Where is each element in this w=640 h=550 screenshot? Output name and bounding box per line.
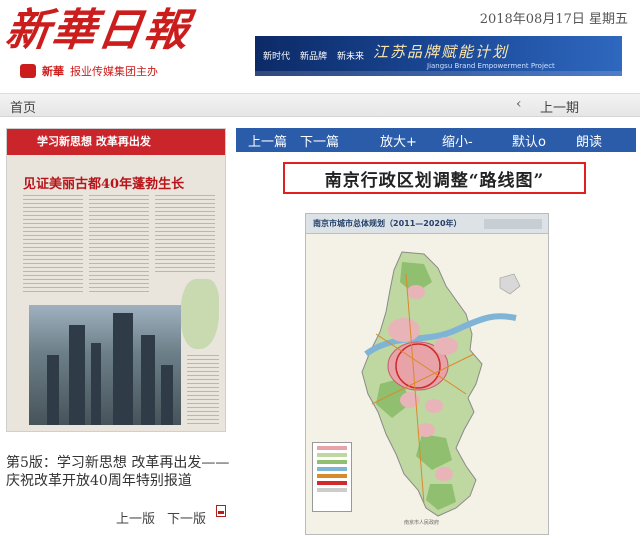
logo-text: 新華日報 [2,5,194,56]
pdf-icon[interactable] [216,505,226,517]
legend-swatch [317,460,347,464]
city-photo [29,305,181,425]
legend-swatch [317,488,347,492]
article-title-box: 南京行政区划调整“路线图” [283,162,586,194]
building [69,325,85,425]
next-page-link[interactable]: 下一版 [167,508,206,527]
text-column [23,195,83,295]
prev-page-link[interactable]: 上一版 [116,508,155,527]
issue-date: 2018年08月17日 星期五 [479,12,628,27]
prev-article-button[interactable]: 上一篇 [248,131,287,150]
ad-banner[interactable]: 新时代 新品牌 新未来 江苏品牌赋能计划 Jiangsu Brand Empow… [255,36,622,76]
sponsor-mark: 新華 [42,65,64,78]
prev-issue-link[interactable]: 上一期 [540,97,579,116]
map-header-tab [484,219,542,229]
legend-swatch [317,474,347,478]
urban-area [417,423,435,437]
thumbnail-bar-title: 学习新思想 改革再出发 [37,135,151,148]
legend-swatch [317,467,347,471]
chevron-left-icon[interactable]: ‹ [516,96,522,112]
banner-tags: 新时代 新品牌 新未来 [263,49,364,62]
default-size-button[interactable]: 默认o [512,131,546,150]
article-map-image[interactable]: 南京市城市总体规划（2011—2020年） 南京市人民政府 [305,213,549,535]
banner-title: 江苏品牌赋能计划 [373,43,510,61]
next-article-button[interactable]: 下一篇 [300,131,339,150]
text-column [89,195,149,295]
newspaper-logo[interactable]: 新華日報 [2,2,221,60]
banner-tag: 新未来 [337,52,365,62]
home-link[interactable]: 首页 [10,97,36,116]
map-legend [312,442,352,512]
text-column [155,195,215,275]
map-footer: 南京市人民政府 [404,520,440,526]
page-caption-text: 第5版：学习新思想 改革再出发——庆祝改革开放40周年特别报道 [6,455,230,489]
building [113,313,133,425]
zoom-out-button[interactable]: 缩小- [442,131,473,150]
text-column [187,355,219,425]
thumbnail-headline: 见证美丽古都40年蓬勃生长 [23,177,185,192]
banner-subtitle: Jiangsu Brand Empowerment Project [427,62,555,70]
urban-area [388,318,420,342]
thumbnail-header-bar: 学习新思想 改革再出发 [7,129,225,155]
sponsor-text: 报业传媒集团主办 [70,65,158,78]
legend-swatch [317,481,347,485]
banner-tag: 新品牌 [300,52,328,62]
sponsor-line: 新華 报业传媒集团主办 [20,62,158,80]
thumbnail-map-image [181,279,219,349]
map-title: 南京市城市总体规划（2011—2020年） [313,219,462,228]
article-toolbar: 上一篇 下一篇 放大+ 缩小- 默认o 朗读 [236,128,636,152]
urban-area [407,285,425,299]
legend-swatch [317,453,347,457]
building [161,365,173,425]
page-navigation: 上一版 下一版 [116,508,206,527]
building [91,343,101,425]
zoom-in-button[interactable]: 放大+ [380,131,417,150]
banner-tag: 新时代 [263,52,291,62]
nav-bar: 首页 ‹ 上一期 [0,93,640,117]
urban-area [425,399,443,413]
building [47,355,59,425]
group-logo-icon [20,64,36,78]
page-thumbnail[interactable]: 学习新思想 改革再出发 见证美丽古都40年蓬勃生长 [6,128,226,432]
article-title: 南京行政区划调整“路线图” [324,170,545,191]
masthead: 新華日報 新華 报业传媒集团主办 2018年08月17日 星期五 新时代 新品牌… [0,0,640,88]
legend-swatch [317,446,347,450]
urban-area [400,392,420,408]
map-header: 南京市城市总体规划（2011—2020年） [306,214,548,234]
building [141,335,155,425]
page-caption[interactable]: 第5版：学习新思想 改革再出发——庆祝改革开放40周年特别报道 [6,454,231,490]
read-aloud-button[interactable]: 朗读 [576,131,602,150]
banner-stripe [255,71,622,76]
urban-area [434,337,458,355]
urban-area [435,467,453,481]
